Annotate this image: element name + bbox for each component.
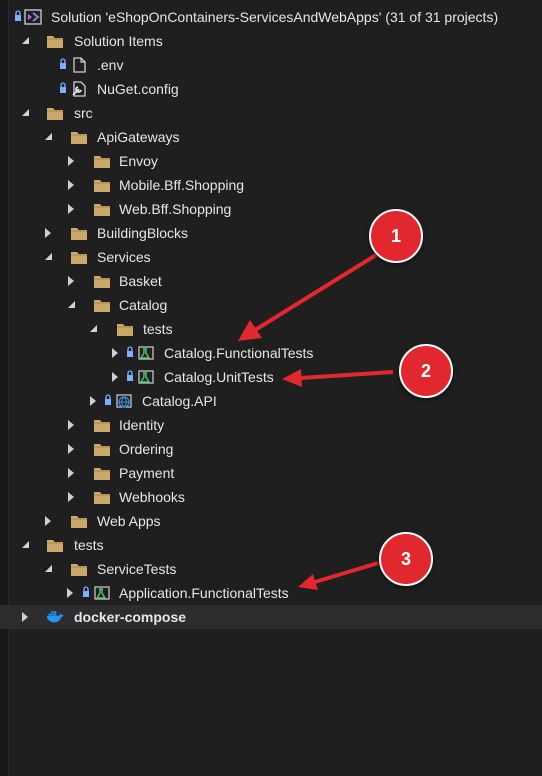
arrow-2 (282, 369, 394, 387)
solution-explorer: Solution 'eShopOnContainers-ServicesAndW… (0, 0, 542, 776)
callout-2: 2 (399, 344, 453, 398)
arrow-1 (238, 253, 378, 341)
annotation-arrows (238, 253, 394, 590)
callout-3: 3 (379, 532, 433, 586)
callout-1: 1 (369, 209, 423, 263)
arrow-3 (298, 561, 379, 590)
